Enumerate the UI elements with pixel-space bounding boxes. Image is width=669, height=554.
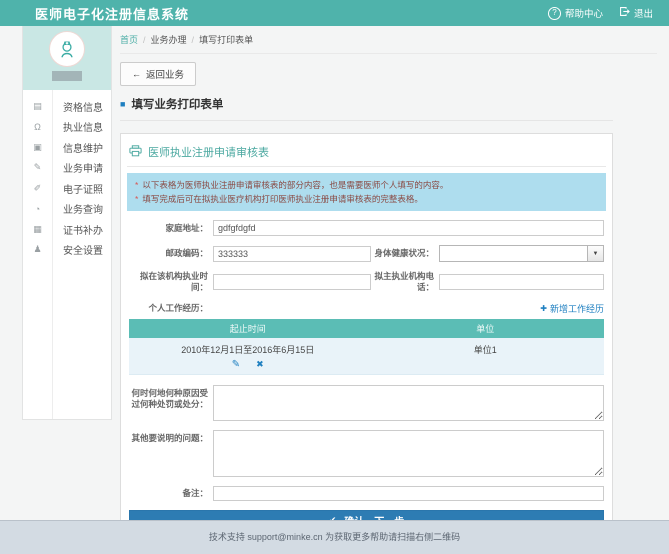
practice-time-label: 拟在该机构执业时间： xyxy=(129,271,213,293)
breadcrumb-current: 填写打印表单 xyxy=(199,33,253,46)
health-status-label: 身体健康状况： xyxy=(371,248,439,259)
breadcrumb-separator: / xyxy=(192,35,195,45)
col-header-unit: 单位 xyxy=(367,319,605,338)
remarks-row: 备注： xyxy=(129,486,604,501)
page-title-text: 填写业务打印表单 xyxy=(131,96,223,112)
logout-icon xyxy=(619,6,630,20)
sidebar-item-business-application[interactable]: ✎ 业务申请 xyxy=(23,158,111,179)
help-center-label: 帮助中心 xyxy=(565,6,603,20)
postal-code-label: 邮政编码： xyxy=(129,248,213,259)
sidebar-item-electronic-certificate[interactable]: ✐ 电子证照 xyxy=(23,178,111,199)
header-actions: ? 帮助中心 退出 xyxy=(548,6,653,20)
back-to-business-button[interactable]: ← 返回业务 xyxy=(120,62,196,86)
help-center-link[interactable]: ? 帮助中心 xyxy=(548,6,603,20)
dropdown-arrow-icon: ▼ xyxy=(587,246,603,261)
home-address-row: 家庭地址： xyxy=(129,220,604,236)
sidebar-item-certificate-reissue[interactable]: ▦ 证书补办 xyxy=(23,219,111,240)
page-footer: 技术支持 support@minke.cn 为获取更多帮助请扫描右侧二维码 xyxy=(0,520,669,554)
plus-icon: ✚ xyxy=(540,304,547,313)
other-issues-textarea[interactable] xyxy=(213,430,604,477)
delete-icon[interactable]: ✖ xyxy=(256,360,264,370)
remarks-label: 备注： xyxy=(129,488,213,499)
work-experience-table: 起止时间 单位 2010年12月1日至2016年6月15日 ✎ ✖ xyxy=(129,319,604,375)
work-period-value: 2010年12月1日至2016年6月15日 xyxy=(129,343,367,356)
required-asterisk: * xyxy=(135,180,138,190)
sidebar-item-qualification-info[interactable]: ▤ 资格信息 xyxy=(23,96,111,117)
square-bullet-icon: ■ xyxy=(120,99,125,109)
work-unit-value: 单位1 xyxy=(367,338,605,375)
app-title: 医师电子化注册信息系统 xyxy=(35,4,189,23)
required-asterisk: * xyxy=(135,194,138,204)
org-phone-label: 拟主执业机构电话： xyxy=(371,271,439,293)
user-name-redacted xyxy=(52,71,82,81)
remarks-input[interactable] xyxy=(213,486,604,501)
other-issues-label: 其他要说明的问题： xyxy=(129,430,213,444)
sidebar-item-business-query[interactable]: ◔ 业务查询 xyxy=(23,199,111,220)
form-title-row: 医师执业注册申请审核表 xyxy=(127,140,606,167)
work-experience-label: 个人工作经历： xyxy=(129,303,213,314)
save-icon: ▦ xyxy=(23,224,52,235)
col-header-period: 起止时间 xyxy=(129,319,367,338)
breadcrumb-business[interactable]: 业务办理 xyxy=(151,33,187,46)
sidebar-menu: ▤ 资格信息 Ω 执业信息 ▣ 信息维护 ✎ 业务申请 ✐ 电子证照 ◔ 业务查… xyxy=(23,90,111,419)
breadcrumb-separator: / xyxy=(143,35,146,45)
headset-icon: Ω xyxy=(23,122,52,132)
id-card-icon: ▣ xyxy=(23,142,52,153)
breadcrumb: 首页 / 业务办理 / 填写打印表单 xyxy=(120,26,657,54)
home-address-label: 家庭地址： xyxy=(129,223,213,234)
punishment-textarea[interactable] xyxy=(213,385,604,421)
query-icon: ◔ xyxy=(23,204,52,214)
table-row: 2010年12月1日至2016年6月15日 ✎ ✖ 单位1 xyxy=(129,338,604,375)
punishment-row: 何时何地何种原因受过何种处罚或处分： xyxy=(129,385,604,421)
row-actions: ✎ ✖ xyxy=(129,360,367,370)
sidebar-item-security-settings[interactable]: ♟ 安全设置 xyxy=(23,240,111,261)
org-phone-input[interactable] xyxy=(439,274,604,290)
main-content: 首页 / 业务办理 / 填写打印表单 ← 返回业务 ■ 填写业务打印表单 xyxy=(120,26,657,541)
postal-health-row: 邮政编码： 身体健康状况： ▼ xyxy=(129,245,604,262)
notice-box: *以下表格为医师执业注册申请审核表的部分内容，也是需要医师个人填写的内容。 *填… xyxy=(127,173,606,211)
back-arrow-icon: ← xyxy=(132,69,141,79)
document-icon: ▤ xyxy=(23,101,52,112)
user-icon: ♟ xyxy=(23,244,52,255)
page-title: ■ 填写业务打印表单 xyxy=(120,96,613,121)
home-address-input[interactable] xyxy=(213,220,604,236)
form-edit-icon: ✎ xyxy=(23,162,52,173)
edit-icon[interactable]: ✎ xyxy=(232,360,240,370)
application-form: 家庭地址： 邮政编码： 身体健康状况： ▼ 拟在该机构执业时间： 拟主执业机构电… xyxy=(127,220,606,530)
time-phone-row: 拟在该机构执业时间： 拟主执业机构电话： xyxy=(129,271,604,293)
sidebar: ▤ 资格信息 Ω 执业信息 ▣ 信息维护 ✎ 业务申请 ✐ 电子证照 ◔ 业务查… xyxy=(22,26,112,420)
app-header: 医师电子化注册信息系统 ? 帮助中心 退出 xyxy=(0,0,669,26)
help-icon: ? xyxy=(548,7,561,20)
app-window: 医师电子化注册信息系统 ? 帮助中心 退出 xyxy=(0,0,669,554)
footer-text: 技术支持 support@minke.cn 为获取更多帮助请扫描右侧二维码 xyxy=(209,530,460,554)
practice-time-input[interactable] xyxy=(213,274,371,290)
sidebar-item-practice-info[interactable]: Ω 执业信息 xyxy=(23,117,111,138)
postal-code-input[interactable] xyxy=(213,246,371,262)
notice-line: *以下表格为医师执业注册申请审核表的部分内容，也是需要医师个人填写的内容。 xyxy=(135,178,598,192)
logout-link[interactable]: 退出 xyxy=(619,6,653,20)
breadcrumb-home[interactable]: 首页 xyxy=(120,33,138,46)
notice-line: *填写完成后可在拟执业医疗机构打印医师执业注册申请审核表的完整表格。 xyxy=(135,192,598,206)
punishment-label: 何时何地何种原因受过何种处罚或处分： xyxy=(129,385,213,410)
work-experience-header-row: 个人工作经历： ✚ 新增工作经历 xyxy=(129,302,604,315)
logout-label: 退出 xyxy=(634,6,653,20)
back-button-label: 返回业务 xyxy=(146,67,184,81)
table-header-row: 起止时间 单位 xyxy=(129,319,604,338)
avatar xyxy=(49,31,85,67)
profile-card xyxy=(23,26,111,90)
add-work-experience-link[interactable]: ✚ 新增工作经历 xyxy=(540,302,604,315)
form-title-text: 医师执业注册申请审核表 xyxy=(148,144,269,160)
health-status-select[interactable]: ▼ xyxy=(439,245,604,262)
certificate-icon: ✐ xyxy=(23,183,52,194)
printer-icon xyxy=(129,145,142,160)
form-card: 医师执业注册申请审核表 *以下表格为医师执业注册申请审核表的部分内容，也是需要医… xyxy=(120,133,613,541)
sidebar-item-info-maintenance[interactable]: ▣ 信息维护 xyxy=(23,137,111,158)
doctor-icon xyxy=(56,38,78,60)
other-issues-row: 其他要说明的问题： xyxy=(129,430,604,477)
